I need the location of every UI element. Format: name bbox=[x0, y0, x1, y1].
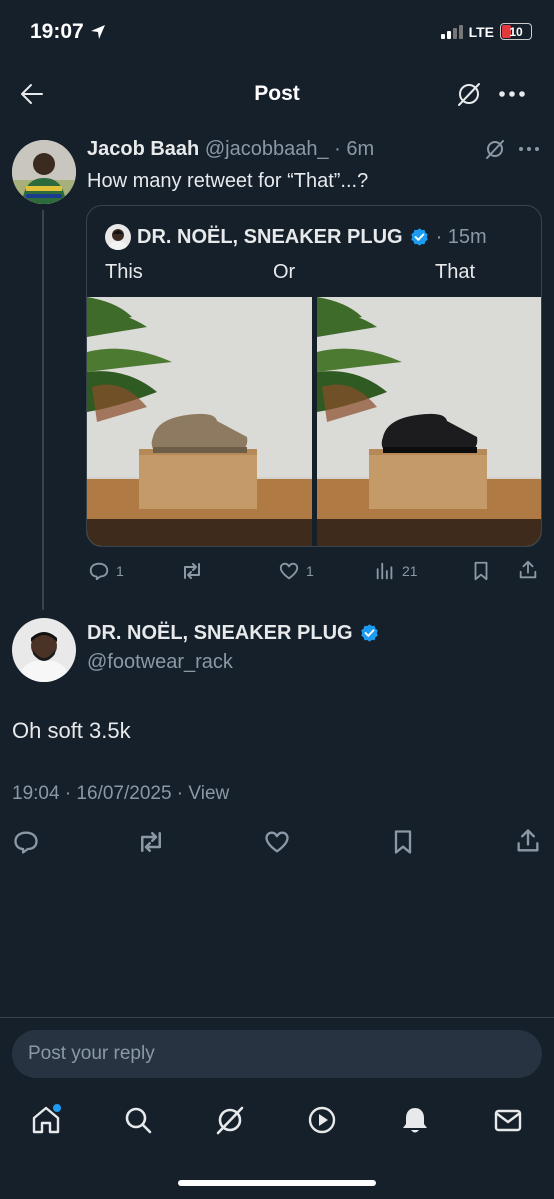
quote-header: DR. NOËL, SNEAKER PLUG · 15m bbox=[137, 226, 487, 249]
bookmark-button[interactable] bbox=[470, 560, 492, 582]
reply-icon bbox=[14, 831, 38, 854]
quote-label-that: That bbox=[435, 261, 476, 283]
repost-icon bbox=[184, 563, 200, 579]
black-slide-photo bbox=[317, 297, 541, 546]
avatar-image bbox=[12, 618, 76, 682]
quoted-post[interactable]: DR. NOËL, SNEAKER PLUG · 15m This Or Tha… bbox=[86, 205, 542, 547]
grok-button[interactable] bbox=[455, 80, 483, 108]
grok-icon bbox=[486, 140, 504, 159]
more-options-button[interactable] bbox=[498, 84, 526, 104]
share-button[interactable] bbox=[517, 559, 539, 581]
bookmark-icon bbox=[394, 830, 412, 854]
display-name: DR. NOËL, SNEAKER PLUG bbox=[137, 226, 403, 248]
status-indicators: LTE 10 bbox=[440, 23, 532, 40]
display-name[interactable]: DR. NOËL, SNEAKER PLUG bbox=[87, 622, 353, 645]
bookmark-icon bbox=[474, 561, 488, 581]
nav-search[interactable] bbox=[122, 1104, 154, 1136]
nav-notifications[interactable] bbox=[399, 1104, 431, 1136]
tweet-more-button[interactable] bbox=[518, 142, 540, 156]
tweet-text: How many retweet for “That”...? bbox=[87, 170, 369, 192]
nav-video[interactable] bbox=[306, 1104, 338, 1136]
divider bbox=[0, 1017, 554, 1018]
view-link[interactable]: View bbox=[188, 783, 229, 804]
timestamp-text: 19:04 · 16/07/2025 · bbox=[12, 783, 184, 804]
reply-placeholder: Post your reply bbox=[28, 1043, 155, 1064]
verified-badge-icon bbox=[360, 624, 378, 642]
reply-count: 1 bbox=[116, 563, 124, 579]
nav-home[interactable] bbox=[30, 1104, 62, 1136]
views-button[interactable]: 21 bbox=[374, 560, 418, 582]
share-icon bbox=[519, 560, 537, 579]
status-time-text: 19:07 bbox=[30, 20, 84, 43]
grok-icon bbox=[458, 83, 480, 106]
grok-icon bbox=[216, 1106, 244, 1135]
tweet-timestamp: 19:04 · 16/07/2025 · View bbox=[12, 783, 229, 805]
avatar-image bbox=[105, 224, 131, 250]
nav-grok[interactable] bbox=[214, 1104, 246, 1136]
repost-icon bbox=[141, 832, 161, 852]
avatar[interactable] bbox=[12, 140, 76, 204]
mail-icon bbox=[494, 1109, 522, 1132]
bell-icon bbox=[403, 1108, 427, 1133]
nav-messages[interactable] bbox=[492, 1104, 524, 1136]
quote-label-or: Or bbox=[273, 261, 296, 283]
thread-connector bbox=[42, 210, 44, 610]
battery-level: 10 bbox=[509, 24, 523, 39]
beige-slide-photo bbox=[87, 297, 312, 546]
network-type: LTE bbox=[468, 23, 494, 40]
reply-input[interactable]: Post your reply bbox=[12, 1030, 542, 1078]
signal-icon bbox=[440, 24, 463, 39]
more-dots-icon bbox=[499, 91, 525, 97]
grok-small-button[interactable] bbox=[484, 138, 506, 160]
tweet-time: · 15m bbox=[435, 226, 487, 248]
analytics-icon bbox=[376, 562, 393, 580]
like-button[interactable]: 1 bbox=[278, 560, 314, 582]
handle[interactable]: @footwear_rack bbox=[87, 651, 233, 674]
battery-icon: 10 bbox=[500, 23, 532, 40]
reply-button[interactable] bbox=[12, 828, 40, 856]
play-icon bbox=[308, 1106, 336, 1134]
quote-label-this: This bbox=[105, 261, 143, 283]
location-arrow-icon bbox=[90, 25, 105, 39]
more-dots-icon bbox=[519, 147, 539, 151]
verified-badge-icon bbox=[410, 228, 428, 246]
repost-button[interactable] bbox=[136, 828, 166, 856]
search-icon bbox=[125, 1107, 152, 1134]
status-time: 19:07 bbox=[30, 20, 106, 44]
display-name[interactable]: Jacob Baah bbox=[87, 138, 199, 160]
bookmark-button[interactable] bbox=[389, 828, 417, 856]
post-image-right[interactable] bbox=[317, 297, 541, 546]
home-icon bbox=[32, 1104, 61, 1134]
repost-button[interactable] bbox=[180, 560, 204, 582]
avatar bbox=[105, 224, 131, 250]
share-button[interactable] bbox=[514, 827, 542, 855]
tweet-text: Oh soft 3.5k bbox=[12, 718, 131, 743]
avatar[interactable] bbox=[12, 618, 76, 682]
main-tweet-header: DR. NOËL, SNEAKER PLUG bbox=[87, 622, 380, 645]
heart-icon bbox=[265, 831, 289, 853]
like-count: 1 bbox=[306, 563, 314, 579]
heart-icon bbox=[279, 562, 299, 580]
share-icon bbox=[517, 829, 539, 852]
reply-tweet-header: Jacob Baah @jacobbaah_ · 6m bbox=[87, 138, 374, 161]
home-indicator bbox=[178, 1180, 376, 1186]
avatar-image bbox=[12, 140, 76, 204]
reply-icon bbox=[89, 562, 109, 581]
tweet-time: · 6m bbox=[334, 138, 375, 160]
handle[interactable]: @jacobbaah_ bbox=[205, 138, 329, 160]
like-button[interactable] bbox=[263, 828, 291, 856]
reply-button[interactable]: 1 bbox=[88, 560, 124, 582]
post-image-left[interactable] bbox=[87, 297, 312, 546]
view-count: 21 bbox=[402, 563, 418, 579]
